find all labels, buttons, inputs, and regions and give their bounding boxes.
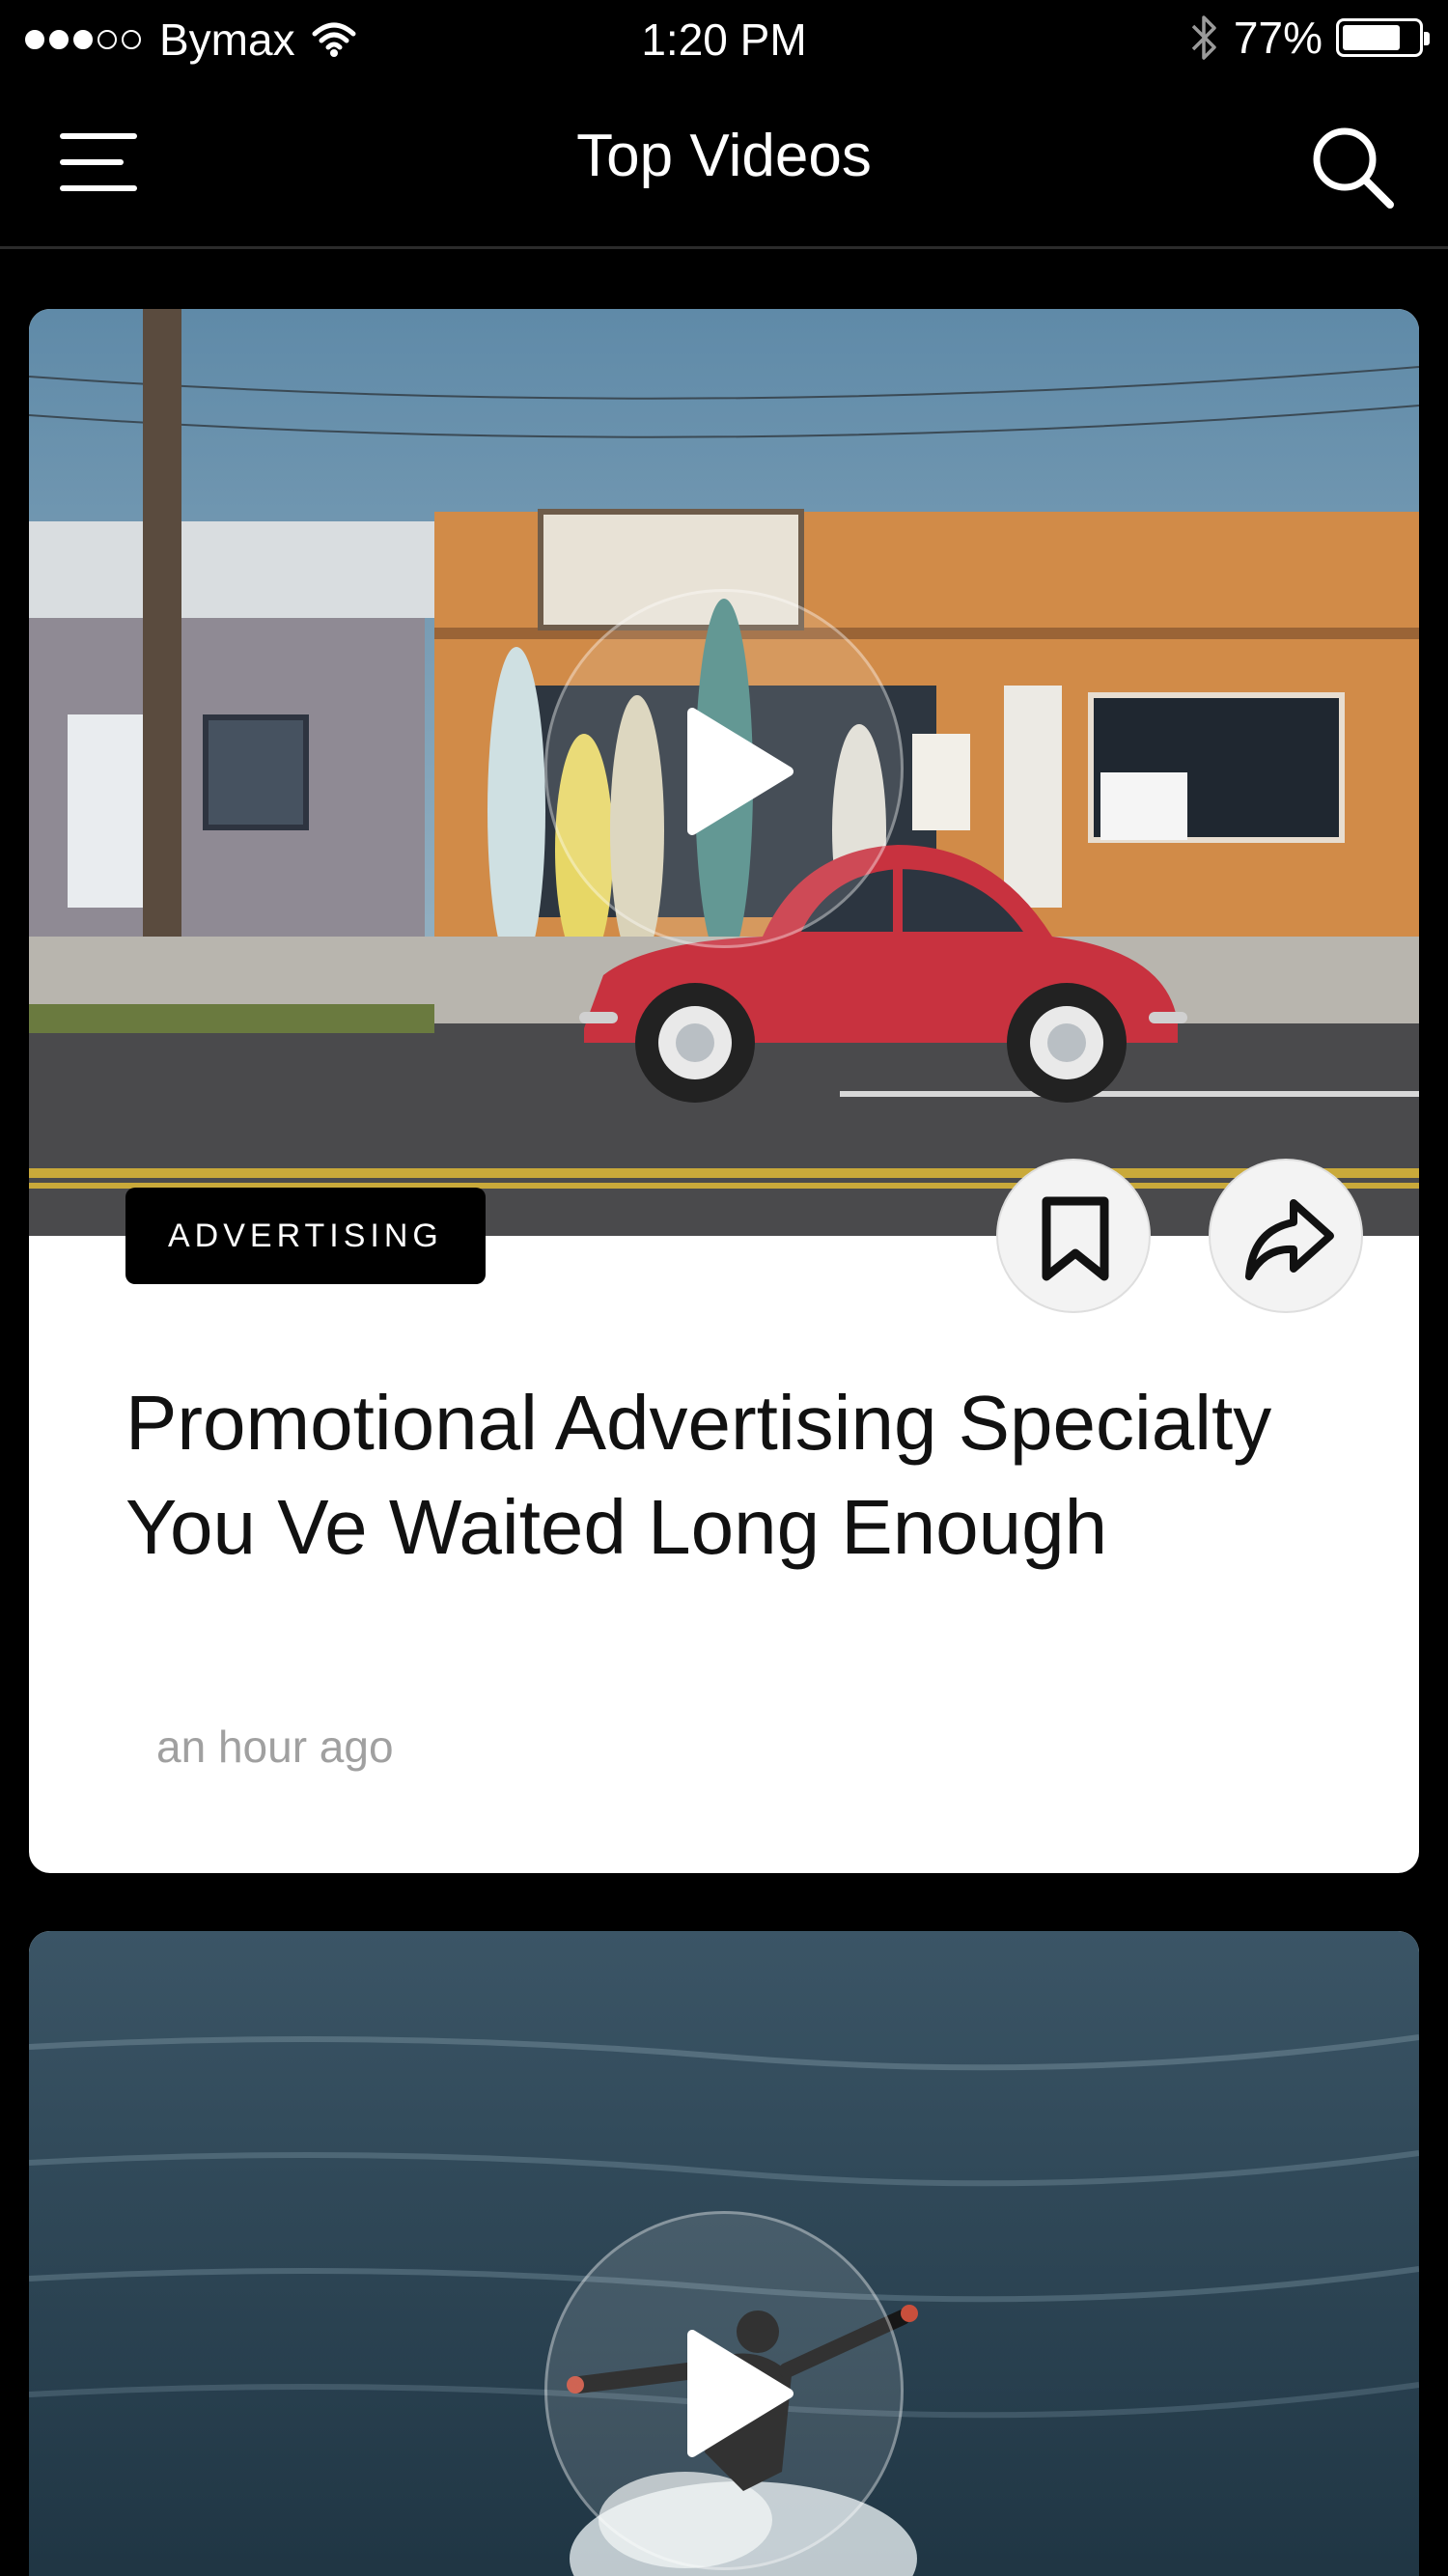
battery-fill	[1343, 25, 1400, 50]
video-thumbnail[interactable]	[29, 1931, 1419, 2576]
search-icon	[1313, 127, 1394, 209]
status-bar: Bymax 1:20 PM 77%	[0, 0, 1448, 81]
play-icon	[687, 2330, 794, 2457]
search-button[interactable]	[1309, 124, 1396, 210]
share-icon	[1245, 1199, 1334, 1280]
status-right: 77%	[1189, 12, 1430, 64]
page-title: Top Videos	[576, 123, 872, 189]
video-card[interactable]	[29, 1931, 1419, 2576]
play-icon	[687, 708, 794, 835]
video-thumbnail[interactable]	[29, 309, 1419, 1236]
navigation-bar: Top Videos	[0, 81, 1448, 249]
bluetooth-icon	[1191, 15, 1216, 60]
battery-icon	[1336, 18, 1430, 57]
top-videos-screen: Bymax 1:20 PM 77% Top Videos ADVERTISING…	[0, 0, 1448, 2576]
battery-percentage: 77%	[1233, 13, 1323, 63]
bookmark-button[interactable]	[996, 1159, 1151, 1313]
category-tag[interactable]: ADVERTISING	[125, 1188, 486, 1284]
video-card[interactable]: ADVERTISING Promotional Advertising Spec…	[29, 309, 1419, 1873]
play-button[interactable]	[544, 2211, 904, 2570]
post-timestamp: an hour ago	[156, 1722, 394, 1772]
share-button[interactable]	[1209, 1159, 1363, 1313]
article-title[interactable]: Promotional Advertising Specialty You Ve…	[125, 1371, 1342, 1580]
bookmark-icon	[1042, 1196, 1109, 1281]
play-button[interactable]	[544, 589, 904, 948]
